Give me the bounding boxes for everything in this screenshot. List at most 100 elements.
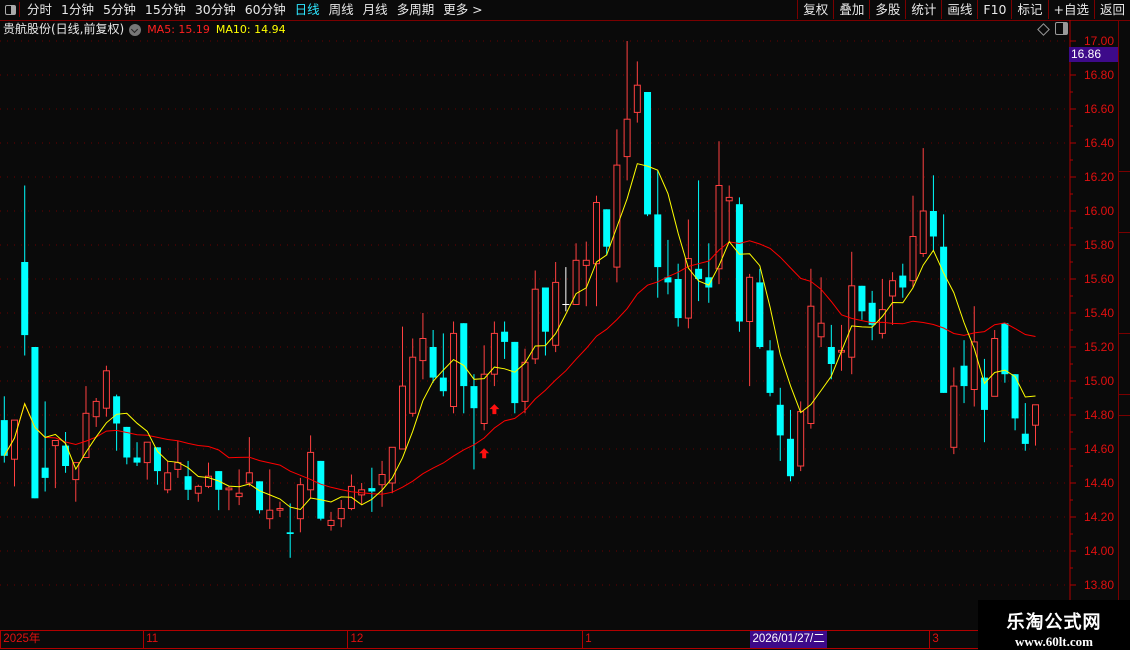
candle-body-down xyxy=(929,211,937,237)
candle-body-down xyxy=(827,347,835,364)
candle-body-up xyxy=(623,118,631,158)
candle-body-up xyxy=(950,385,958,448)
candle-body-down xyxy=(766,350,774,393)
candle-body-down xyxy=(541,287,549,332)
date-axis: 2025年 11 12 1 3 2026/01/27/二 xyxy=(0,630,978,649)
watermark-title: 乐淘公式网 xyxy=(1006,612,1102,633)
price-label: 16.00 xyxy=(1084,204,1114,218)
candle-body-up xyxy=(817,322,825,338)
candle-body-down xyxy=(41,467,49,478)
candle-body-down xyxy=(184,476,192,490)
candle-body-up xyxy=(991,338,999,397)
candle-body-up xyxy=(725,196,733,202)
candle-body-down xyxy=(21,262,29,336)
watermark-url: www.60lt.com xyxy=(1015,634,1093,649)
candle-body-down xyxy=(256,481,264,511)
candle-body-down xyxy=(286,532,294,534)
candle-body-down xyxy=(113,396,121,424)
price-label: 15.40 xyxy=(1084,306,1114,320)
price-label: 15.60 xyxy=(1084,272,1114,286)
candle-body-down xyxy=(868,302,876,325)
candle-body-up xyxy=(633,84,641,113)
candle-body-up xyxy=(225,487,233,491)
price-label: 14.00 xyxy=(1084,544,1114,558)
date-label: 3 xyxy=(929,631,939,648)
candle-body-up xyxy=(82,412,90,458)
cursor-date-label: 2026/01/27/二 xyxy=(750,631,827,648)
kline-chart[interactable]: 17.00 16.80 16.60 16.40 16.20 16.00 15.80 15.60… xyxy=(0,0,1130,650)
candle-body-down xyxy=(603,209,611,247)
candle-body-up xyxy=(715,185,723,270)
candle-body-up xyxy=(480,373,488,425)
candle-body-down xyxy=(756,282,764,347)
candle-body-up xyxy=(276,508,284,511)
candle-body-down xyxy=(133,457,141,463)
current-price-label: 16.86 xyxy=(1069,47,1120,62)
side-panel-section[interactable] xyxy=(1119,395,1130,416)
candle-body-down xyxy=(460,323,468,387)
candle-body-down xyxy=(644,92,652,215)
up-arrow-signal-icon xyxy=(489,404,500,415)
candle-body-up xyxy=(848,285,856,358)
price-label: 14.20 xyxy=(1084,510,1114,524)
candle-body-down xyxy=(1021,433,1029,444)
price-label: 15.20 xyxy=(1084,340,1114,354)
candle-body-up xyxy=(92,400,100,418)
candle-body-up xyxy=(746,276,754,322)
watermark-logo: 乐淘公式网 www.60lt.com xyxy=(978,600,1130,650)
side-panel-strip[interactable] xyxy=(1118,21,1130,631)
candle-body-up xyxy=(327,519,335,527)
candle-body-up xyxy=(909,236,917,282)
date-label: 1 xyxy=(582,631,592,648)
candle-body-down xyxy=(317,460,325,519)
candle-body-down xyxy=(429,347,437,378)
side-panel-section[interactable] xyxy=(1119,172,1130,233)
candle-body-up xyxy=(613,164,621,268)
side-panel-section[interactable] xyxy=(1119,21,1130,172)
up-arrow-signal-icon xyxy=(479,448,490,459)
candle-body-up xyxy=(143,441,151,464)
candle-body-up xyxy=(419,338,427,362)
candle-body-up xyxy=(582,259,590,266)
candle-body-up xyxy=(889,280,897,297)
candle-body-down xyxy=(439,377,447,392)
candle-body-down xyxy=(501,331,509,342)
candle-body-down xyxy=(705,277,713,288)
price-label: 16.60 xyxy=(1084,102,1114,116)
candle-body-up xyxy=(296,484,304,520)
candle-body-up xyxy=(919,210,927,254)
candle-body-down xyxy=(858,285,866,312)
date-label: 12 xyxy=(347,631,363,648)
price-label: 16.40 xyxy=(1084,136,1114,150)
candle-body-up xyxy=(194,485,202,494)
price-label: 16.80 xyxy=(1084,68,1114,82)
side-panel-section[interactable] xyxy=(1119,334,1130,395)
price-label: 15.00 xyxy=(1084,374,1114,388)
candle-body-up xyxy=(797,411,805,467)
candle-body-up xyxy=(235,492,243,498)
candle-body-down xyxy=(735,204,743,322)
candle-body-up xyxy=(378,474,386,486)
price-label: 16.20 xyxy=(1084,170,1114,184)
candle-body-down xyxy=(1001,323,1009,375)
candle-body-up xyxy=(11,419,19,460)
date-label: 11 xyxy=(143,631,158,648)
candle-body-up xyxy=(266,509,274,520)
candle-body-up xyxy=(490,332,498,375)
candle-body-up xyxy=(1032,404,1040,426)
candle-body-up xyxy=(409,356,417,414)
side-panel-section[interactable] xyxy=(1119,233,1130,334)
candle-body-up xyxy=(531,288,539,360)
candle-body-up xyxy=(307,451,315,491)
candle-body-down xyxy=(470,386,478,409)
price-label: 14.40 xyxy=(1084,476,1114,490)
candle-body-up xyxy=(51,440,59,447)
candle-body-down xyxy=(786,438,794,477)
date-label: 2025年 xyxy=(0,631,40,648)
candle-body-down xyxy=(0,420,8,456)
price-label: 14.60 xyxy=(1084,442,1114,456)
candle-body-down xyxy=(674,279,682,319)
candle-body-down xyxy=(776,404,784,436)
candle-body-down xyxy=(368,488,376,492)
price-label: 13.80 xyxy=(1084,578,1114,592)
